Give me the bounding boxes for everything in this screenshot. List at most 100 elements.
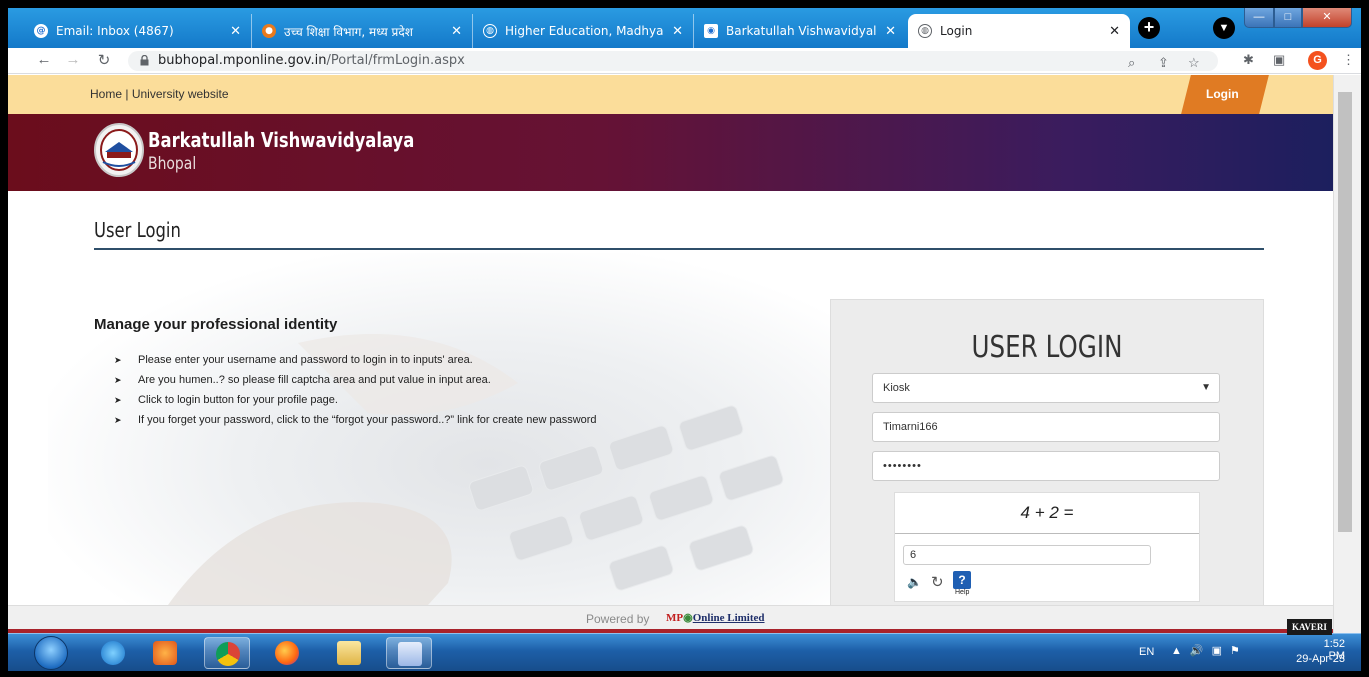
university-website-link[interactable]: University website — [132, 87, 229, 101]
close-tab-icon[interactable]: ✕ — [672, 24, 683, 39]
university-city: Bhopal — [148, 154, 197, 174]
user-type-select[interactable]: Kiosk ▼ — [872, 373, 1220, 403]
refresh-captcha-icon[interactable]: ↻ — [931, 573, 944, 591]
brand-globe-icon: ◉ — [683, 612, 693, 624]
tab-higher-education-mp[interactable]: ◍ Higher Education, Madhya Pra ✕ — [473, 14, 694, 48]
url-path: /Portal/frmLogin.aspx — [326, 53, 465, 68]
input-language[interactable]: EN — [1139, 646, 1154, 658]
login-panel: USER LOGIN Kiosk ▼ Timarni166 •••••••• 4… — [830, 299, 1264, 619]
login-tab-link[interactable]: Login — [1206, 87, 1239, 101]
lock-icon — [140, 55, 149, 66]
university-banner: Barkatullah Vishwavidyalaya Bhopal — [8, 114, 1333, 191]
start-button[interactable] — [34, 636, 68, 670]
back-arrow-icon[interactable]: ← — [34, 51, 54, 68]
taskbar-firefox[interactable] — [264, 637, 310, 669]
brand-mp: MP — [666, 612, 684, 624]
list-item: ➤ If you forget your password, click to t… — [114, 410, 597, 430]
folder-icon — [337, 641, 361, 665]
globe-icon: ◍ — [483, 24, 497, 38]
windows-taskbar: EN ▲🔊▣⚑ 1:52 PM 29-Apr-23 — [8, 633, 1361, 671]
tab-title: Login — [940, 24, 973, 38]
tray-user-label: KAVERI — [1287, 619, 1332, 635]
desktop-screen: @ Email: Inbox (4867) ✕ ● उच्च शिक्षा वि… — [8, 8, 1361, 671]
taskbar-word[interactable] — [386, 637, 432, 669]
page-title: User Login — [94, 218, 181, 242]
arrow-bullet-icon: ➤ — [114, 394, 122, 405]
instruction-text: Click to login button for your profile p… — [138, 394, 338, 406]
tab-email-inbox[interactable]: @ Email: Inbox (4867) ✕ — [24, 14, 252, 48]
system-tray-icons[interactable]: ▲🔊▣⚑ — [1171, 644, 1248, 657]
top-links: Home | University website — [90, 87, 229, 101]
university-logo-icon — [94, 123, 144, 177]
browser-tab-strip: @ Email: Inbox (4867) ✕ ● उच्च शिक्षा वि… — [8, 8, 1361, 48]
heading-divider — [94, 248, 1264, 250]
instruction-text: If you forget your password, click to th… — [138, 414, 597, 426]
media-player-icon — [153, 641, 177, 665]
tab-higher-education-dept[interactable]: ● उच्च शिक्षा विभाग, मध्य प्रदेश ✕ — [252, 14, 473, 48]
login-panel-title: USER LOGIN — [971, 330, 1123, 365]
mp-govt-icon: ● — [262, 24, 276, 38]
list-item: ➤ Click to login button for your profile … — [114, 390, 597, 410]
taskbar-chrome[interactable] — [204, 637, 250, 669]
share-icon[interactable]: ⇪ — [1158, 55, 1169, 71]
profile-avatar[interactable]: G — [1308, 51, 1327, 70]
window-minimize-button[interactable]: — — [1244, 8, 1274, 28]
tab-title: उच्च शिक्षा विभाग, मध्य प्रदेश — [284, 24, 413, 39]
arrow-bullet-icon: ➤ — [114, 414, 122, 425]
clock-date[interactable]: 29-Apr-23 — [1295, 653, 1345, 665]
taskbar-file-explorer[interactable] — [326, 637, 372, 669]
bu-icon: ◉ — [704, 24, 718, 38]
instruction-text: Are you humen..? so please fill captcha … — [138, 374, 491, 386]
captcha-box: 4 + 2 = 6 🔈 ↻ ? Help — [894, 492, 1200, 602]
extensions-puzzle-icon[interactable]: ✱ — [1243, 52, 1254, 68]
close-tab-icon[interactable]: ✕ — [451, 24, 462, 39]
menu-kebab-icon[interactable]: ⋮ — [1342, 52, 1355, 68]
tab-barkatullah[interactable]: ◉ Barkatullah Vishwavidyalaya,B ✕ — [694, 14, 906, 48]
window-maximize-button[interactable]: □ — [1274, 8, 1302, 28]
firefox-icon — [275, 641, 299, 665]
password-input[interactable]: •••••••• — [872, 451, 1220, 481]
screenshot-frame: @ Email: Inbox (4867) ✕ ● उच्च शिक्षा वि… — [0, 0, 1369, 677]
close-tab-icon[interactable]: ✕ — [885, 24, 896, 39]
address-bar[interactable]: bubhopal.mponline.gov.in/Portal/frmLogin… — [128, 51, 1218, 71]
chevron-down-icon: ▼ — [1201, 382, 1211, 393]
audio-speaker-icon[interactable]: 🔈 — [907, 575, 922, 589]
tab-title: Barkatullah Vishwavidyalaya,B — [726, 24, 877, 38]
arrow-bullet-icon: ➤ — [114, 354, 122, 365]
bookmark-star-icon[interactable]: ☆ — [1188, 55, 1200, 71]
help-label[interactable]: Help — [955, 589, 969, 596]
list-item: ➤ Please enter your username and password… — [114, 350, 597, 370]
username-input[interactable]: Timarni166 — [872, 412, 1220, 442]
url-text: bubhopal.mponline.gov.in/Portal/frmLogin… — [158, 53, 465, 68]
window-close-button[interactable]: ✕ — [1302, 8, 1352, 28]
tab-login[interactable]: ◍ Login ✕ — [908, 14, 1130, 48]
zoom-icon[interactable]: ⌕ — [1128, 55, 1135, 71]
browser-toolbar: ← → ↻ bubhopal.mponline.gov.in/Portal/fr… — [8, 48, 1361, 74]
top-link-strip: Home | University website Login — [8, 75, 1333, 114]
brand-online: Online Limited — [692, 612, 765, 624]
powered-by-text: Powered by — [586, 612, 650, 626]
captcha-answer-input[interactable]: 6 — [903, 545, 1151, 565]
taskbar-internet-explorer[interactable] — [90, 637, 136, 669]
tab-title: Email: Inbox (4867) — [56, 24, 174, 38]
url-host: bubhopal.mponline.gov.in — [158, 53, 327, 68]
instruction-list: ➤ Please enter your username and password… — [114, 350, 597, 430]
tab-search-chevron-icon[interactable]: ▼ — [1213, 17, 1235, 39]
reload-icon[interactable]: ↻ — [94, 51, 114, 69]
scrollbar-thumb[interactable] — [1338, 92, 1352, 532]
mponline-logo[interactable]: MP◉Online Limited — [666, 611, 765, 624]
home-link[interactable]: Home — [90, 87, 122, 101]
globe-icon: ◍ — [918, 24, 932, 38]
close-tab-icon[interactable]: ✕ — [1109, 24, 1120, 39]
instruction-text: Please enter your username and password … — [138, 354, 473, 366]
chrome-icon — [216, 642, 240, 666]
manage-identity-title: Manage your professional identity — [94, 316, 338, 333]
help-icon[interactable]: ? — [953, 571, 971, 589]
forward-arrow-icon[interactable]: → — [63, 51, 83, 68]
close-tab-icon[interactable]: ✕ — [230, 24, 241, 39]
new-tab-button[interactable]: + — [1138, 17, 1160, 39]
taskbar-media-player[interactable] — [142, 637, 188, 669]
word-icon — [398, 642, 422, 666]
user-type-value: Kiosk — [883, 382, 910, 394]
side-panel-icon[interactable]: ▣ — [1273, 52, 1285, 68]
